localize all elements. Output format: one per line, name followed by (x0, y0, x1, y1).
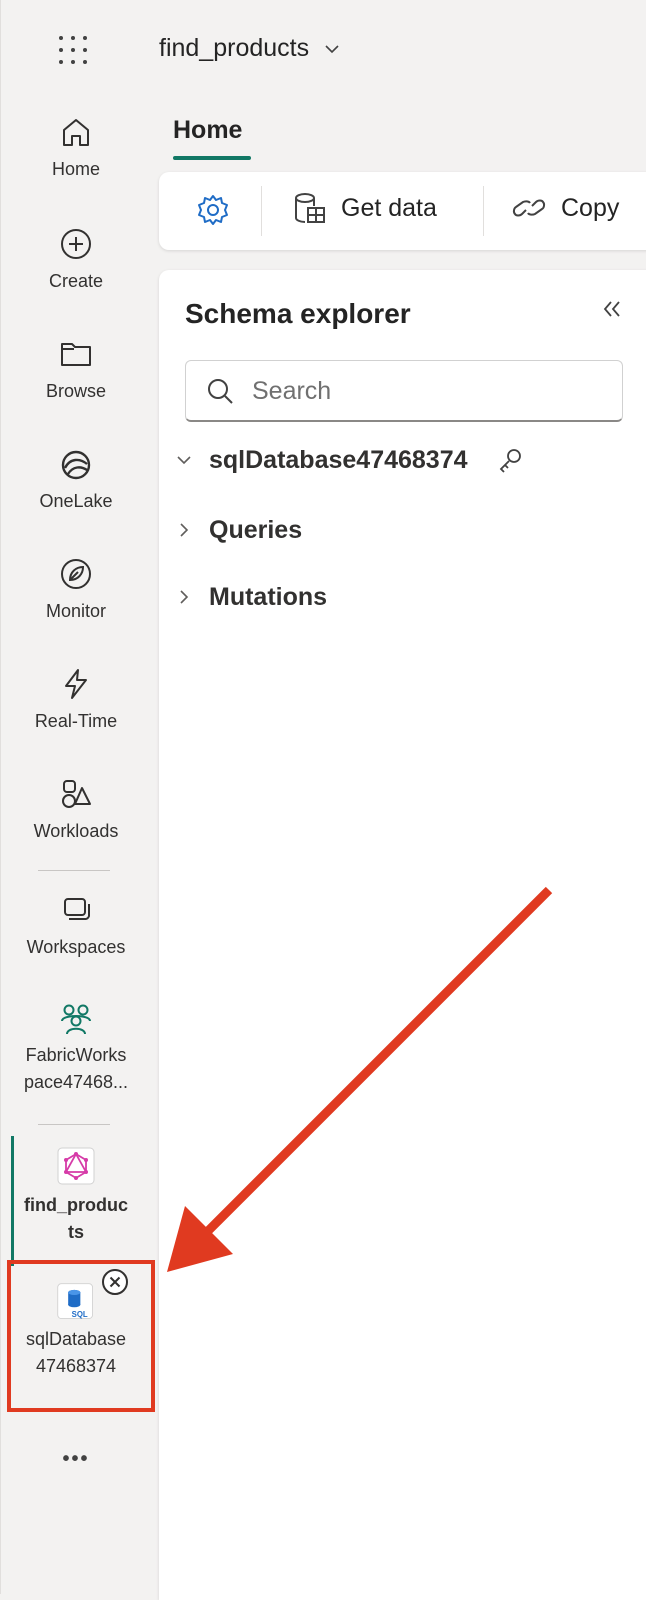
tree-item-database[interactable]: sqlDatabase47468374 (173, 440, 524, 480)
nav-workspace-label-2: pace47468... (23, 1072, 129, 1092)
tree-item-mutations[interactable]: Mutations (173, 577, 327, 617)
nav-find-products[interactable]: find_produc ts (1, 1146, 151, 1246)
add-circle-icon (61, 229, 91, 259)
nav-find-products-label-1: find_produc (24, 1195, 128, 1215)
item-title-text: find_products (159, 34, 310, 62)
search-icon (208, 379, 233, 404)
workspaces-icon (64, 898, 90, 920)
nav-workloads[interactable]: Workloads (1, 774, 151, 845)
folder-icon (61, 343, 91, 366)
nav-browse[interactable]: Browse (1, 334, 151, 405)
chevron-down-icon (325, 44, 339, 53)
nav-realtime[interactable]: Real-Time (1, 664, 151, 735)
nav-workspaces[interactable]: Workspaces (1, 890, 151, 961)
app-launcher-icon[interactable] (59, 36, 87, 64)
database-name: sqlDatabase47468374 (209, 445, 468, 474)
nav-home[interactable]: Home (1, 112, 151, 183)
nav-current-workspace[interactable]: FabricWorks pace47468... (1, 1000, 151, 1096)
queries-label: Queries (209, 515, 303, 544)
item-title-dropdown[interactable]: find_products (159, 34, 341, 63)
copy-button[interactable]: Copy (511, 190, 619, 226)
nav-find-products-label-2: ts (67, 1222, 84, 1242)
get-data-button[interactable]: Get data (291, 190, 437, 226)
home-icon (63, 119, 89, 146)
gear-icon[interactable] (195, 192, 231, 228)
lightning-icon (65, 669, 87, 699)
top-bar: find_products (1, 0, 646, 100)
tab-home[interactable]: Home (173, 116, 242, 145)
ribbon-toolbar: Get data Copy (159, 172, 646, 250)
annotation-highlight-box (7, 1260, 155, 1412)
copy-label: Copy (561, 193, 620, 222)
nav-onelake-label: OneLake (39, 491, 113, 511)
monitor-icon (61, 559, 91, 589)
schema-explorer-panel: Schema explorer sqlDatabase47468374 (159, 270, 646, 1600)
schema-search-box[interactable] (185, 360, 623, 422)
chevron-right-icon (180, 523, 189, 537)
nav-more-button[interactable]: ••• (1, 1442, 151, 1473)
nav-workspaces-label: Workspaces (26, 937, 126, 957)
nav-browse-label: Browse (45, 381, 107, 401)
nav-workspace-label-1: FabricWorks (25, 1045, 127, 1065)
nav-monitor-label: Monitor (45, 601, 107, 621)
app-frame: find_products Home Create Browse OneLake… (0, 0, 646, 1600)
rail-divider (38, 870, 110, 871)
graphql-icon (57, 1147, 95, 1185)
nav-onelake[interactable]: OneLake (1, 444, 151, 515)
chevron-right-icon (180, 590, 189, 604)
get-data-label: Get data (341, 193, 437, 222)
schema-explorer-title: Schema explorer (185, 298, 411, 329)
search-input[interactable] (252, 371, 612, 411)
more-icon: ••• (62, 1448, 90, 1470)
mutations-label: Mutations (209, 582, 328, 611)
nav-home-label: Home (51, 159, 100, 179)
onelake-icon (61, 450, 91, 480)
people-group-icon (61, 1004, 91, 1035)
database-table-icon (295, 193, 325, 223)
nav-workloads-label: Workloads (33, 821, 119, 841)
link-icon (512, 199, 546, 217)
tree-item-queries[interactable]: Queries (173, 510, 302, 550)
chevron-down-icon (177, 456, 191, 465)
key-icon[interactable] (496, 446, 524, 474)
rail-divider (38, 1124, 110, 1125)
nav-monitor[interactable]: Monitor (1, 554, 151, 625)
tab-home-underline (173, 156, 251, 160)
nav-realtime-label: Real-Time (34, 711, 118, 731)
main-content: Home Get data Copy Schema explorer Searc… (159, 100, 646, 1600)
close-circle-icon[interactable] (101, 1268, 129, 1296)
nav-create-label: Create (48, 271, 104, 291)
nav-create[interactable]: Create (1, 224, 151, 295)
shapes-icon (62, 780, 91, 808)
ribbon-divider (483, 186, 484, 236)
ribbon-divider (261, 186, 262, 236)
double-chevron-left-icon[interactable] (599, 296, 625, 322)
